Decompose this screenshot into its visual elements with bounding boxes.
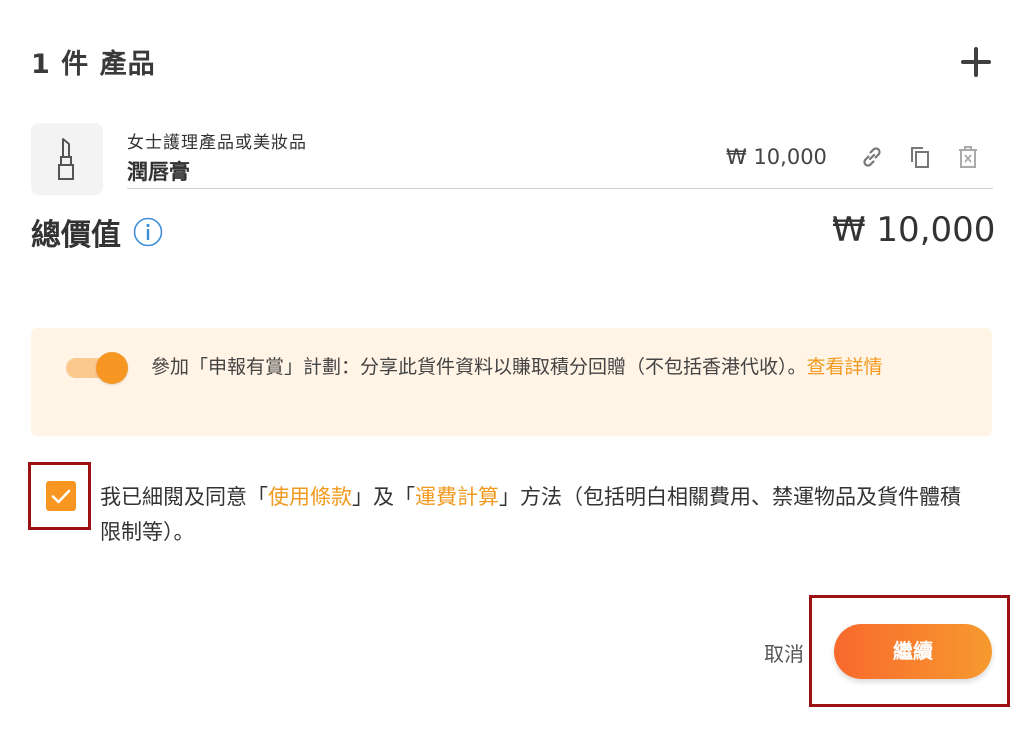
- toggle-knob: [96, 352, 128, 384]
- lipstick-icon: [58, 138, 74, 180]
- link-icon[interactable]: [859, 144, 885, 170]
- agree-text-part: 我已細閱及同意「: [100, 485, 268, 509]
- promo-details-link[interactable]: 查看詳情: [807, 356, 883, 378]
- product-category: 女士護理產品或美妝品: [127, 133, 307, 153]
- add-product-button[interactable]: [958, 44, 994, 80]
- product-name: 潤唇膏: [127, 160, 190, 184]
- delete-icon[interactable]: [955, 144, 981, 170]
- total-value: ₩ 10,000: [832, 210, 996, 250]
- cancel-button[interactable]: 取消: [764, 638, 804, 667]
- section-title: 1 件 產品: [31, 49, 156, 80]
- info-icon[interactable]: [133, 217, 163, 247]
- agree-text-part: 」及「: [352, 485, 415, 509]
- check-icon: [51, 489, 71, 504]
- promo-description: 參加「申報有賞」計劃：分享此貨件資料以賺取積分回贈（不包括香港代收）。: [151, 356, 807, 378]
- terms-of-use-link[interactable]: 使用條款: [268, 485, 352, 509]
- agreement-text: 我已細閱及同意「使用條款」及「運費計算」方法（包括明白相關費用、禁運物品及貨件體…: [100, 480, 980, 550]
- promo-toggle[interactable]: [66, 352, 128, 384]
- shipping-calculation-link[interactable]: 運費計算: [415, 485, 499, 509]
- product-thumbnail: [31, 123, 103, 195]
- row-divider: [127, 188, 993, 189]
- continue-button[interactable]: 繼續: [834, 624, 992, 679]
- product-price: ₩ 10,000: [726, 145, 827, 169]
- total-label: 總價值: [31, 218, 121, 253]
- copy-icon[interactable]: [907, 144, 933, 170]
- promo-text: 參加「申報有賞」計劃：分享此貨件資料以賺取積分回贈（不包括香港代收）。查看詳情: [151, 352, 951, 382]
- agree-checkbox[interactable]: [46, 481, 76, 511]
- promo-banner: [31, 328, 992, 436]
